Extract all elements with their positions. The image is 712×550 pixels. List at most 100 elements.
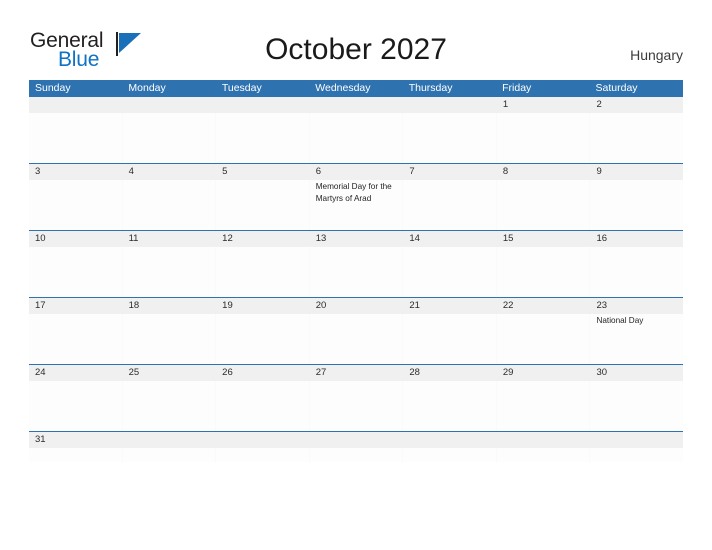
week-date-band: 3456789 [29, 164, 683, 180]
weekday-header-friday: Friday [502, 82, 532, 94]
day-cell[interactable] [310, 314, 404, 364]
day-cell[interactable]: National Day [590, 314, 683, 364]
week-date-band: 17 18 19 20 21 22 23 [29, 298, 683, 314]
calendar-week-row: 10 11 12 13 14 15 16 [29, 230, 683, 297]
day-cell[interactable] [216, 381, 310, 431]
day-cell[interactable] [216, 113, 310, 163]
day-cell[interactable] [310, 113, 404, 163]
day-cell[interactable] [123, 180, 217, 230]
calendar-grid: Sunday Monday Tuesday Wednesday Thursday Frid… [29, 80, 683, 462]
day-number[interactable]: 15 [497, 231, 591, 247]
day-number-empty [403, 97, 497, 113]
day-number[interactable]: 3 [29, 164, 123, 180]
day-number[interactable]: 23 [590, 298, 683, 314]
day-number[interactable]: 13 [310, 231, 404, 247]
day-cell[interactable] [590, 448, 683, 462]
day-cell[interactable] [123, 247, 217, 297]
day-cell[interactable] [216, 247, 310, 297]
day-number[interactable]: 14 [403, 231, 497, 247]
day-number[interactable]: 24 [29, 365, 123, 381]
day-number-empty [497, 432, 591, 448]
day-number[interactable]: 20 [310, 298, 404, 314]
day-number[interactable]: 1 [497, 97, 591, 113]
week-body: National Day [29, 314, 683, 364]
day-cell[interactable] [29, 180, 123, 230]
day-number[interactable]: 31 [29, 432, 123, 448]
day-cell[interactable] [497, 113, 591, 163]
week-body [29, 247, 683, 297]
day-number[interactable]: 22 [497, 298, 591, 314]
day-cell[interactable] [403, 381, 497, 431]
day-cell[interactable] [497, 381, 591, 431]
day-number[interactable]: 7 [403, 164, 497, 180]
day-number[interactable]: 30 [590, 365, 683, 381]
day-number[interactable]: 16 [590, 231, 683, 247]
day-cell[interactable] [123, 113, 217, 163]
day-number[interactable]: 5 [216, 164, 310, 180]
day-cell[interactable] [590, 381, 683, 431]
day-cell[interactable] [403, 247, 497, 297]
day-cell[interactable] [497, 448, 591, 462]
weekday-header-monday: Monday [128, 82, 166, 94]
day-cell[interactable] [216, 448, 310, 462]
day-cell[interactable] [310, 381, 404, 431]
day-number-empty [216, 432, 310, 448]
day-number-empty [310, 432, 404, 448]
day-cell[interactable] [216, 180, 310, 230]
day-number[interactable]: 9 [590, 164, 683, 180]
day-cell[interactable] [403, 314, 497, 364]
day-cell[interactable] [497, 314, 591, 364]
calendar-week-row: 17 18 19 20 21 22 23 National Day [29, 297, 683, 364]
day-number-empty [403, 432, 497, 448]
day-number[interactable]: 18 [123, 298, 217, 314]
day-number[interactable]: 8 [497, 164, 591, 180]
day-number-empty [29, 97, 123, 113]
day-number-empty [590, 432, 683, 448]
day-cell[interactable] [123, 314, 217, 364]
day-number[interactable]: 2 [590, 97, 683, 113]
day-number[interactable]: 21 [403, 298, 497, 314]
day-cell[interactable] [403, 113, 497, 163]
day-cell[interactable] [497, 247, 591, 297]
day-cell[interactable] [403, 180, 497, 230]
day-number[interactable]: 10 [29, 231, 123, 247]
day-number[interactable]: 28 [403, 365, 497, 381]
day-cell[interactable] [29, 247, 123, 297]
day-cell[interactable] [310, 247, 404, 297]
day-number-empty [310, 97, 404, 113]
day-cell[interactable] [403, 448, 497, 462]
day-number[interactable]: 27 [310, 365, 404, 381]
day-cell[interactable] [29, 381, 123, 431]
day-number[interactable]: 29 [497, 365, 591, 381]
day-cell[interactable]: Memorial Day for the Martyrs of Arad [310, 180, 404, 230]
day-cell[interactable] [123, 448, 217, 462]
day-number[interactable]: 25 [123, 365, 217, 381]
day-cell[interactable] [29, 113, 123, 163]
weekday-header-thursday: Thursday [408, 82, 453, 94]
calendar-weeks: 1 2 3 4 5 6 7 8 9 Memorial Day for the Martyrs of… [29, 97, 683, 462]
day-cell[interactable] [29, 314, 123, 364]
day-cell[interactable] [310, 448, 404, 462]
day-number[interactable]: 17 [29, 298, 123, 314]
day-number[interactable]: 12 [216, 231, 310, 247]
week-date-band: 10 11 12 13 14 15 16 [29, 231, 683, 247]
day-cell[interactable] [216, 314, 310, 364]
country-label: Hungary [630, 47, 683, 63]
day-number[interactable]: 6 [310, 164, 404, 180]
calendar-week-row: 31 [29, 431, 683, 462]
page-title: October 2027 [265, 33, 447, 66]
day-number-empty [216, 97, 310, 113]
day-number[interactable]: 4 [123, 164, 217, 180]
weekday-header-sunday: Sunday [35, 82, 71, 94]
day-number[interactable]: 26 [216, 365, 310, 381]
day-number[interactable]: 11 [123, 231, 217, 247]
day-cell[interactable] [590, 247, 683, 297]
day-cell[interactable] [29, 448, 123, 462]
calendar-week-row: 24 25 26 27 28 29 30 [29, 364, 683, 431]
day-number[interactable]: 19 [216, 298, 310, 314]
day-cell[interactable] [590, 180, 683, 230]
day-cell[interactable] [590, 113, 683, 163]
day-cell[interactable] [123, 381, 217, 431]
weekday-header-saturday: Saturday [595, 82, 638, 94]
day-cell[interactable] [497, 180, 591, 230]
